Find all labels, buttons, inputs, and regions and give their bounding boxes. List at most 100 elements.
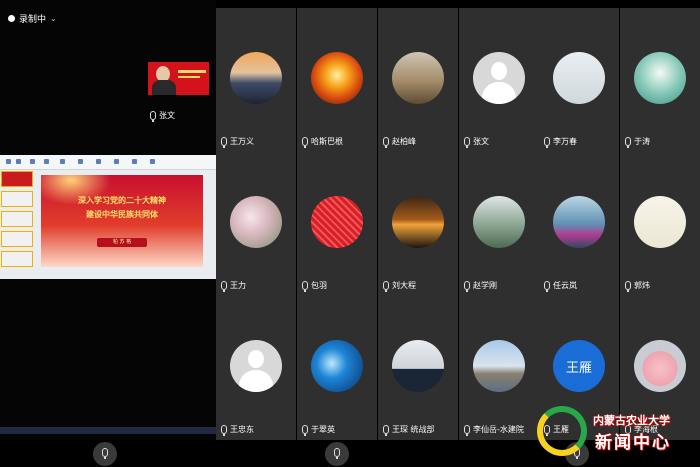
participant-avatar [230,52,282,104]
toolbar-icon [44,159,49,164]
participant-tile[interactable]: 刘大程 [378,152,458,296]
participant-avatar [473,52,525,104]
microphone-icon [221,425,227,436]
person-icon [248,350,264,368]
participant-name: 赵学刚 [473,281,497,290]
participant-name-label: 于涛 [625,136,650,148]
microphone-icon [544,281,550,292]
participant-name-label: 王琛 统战部 [383,424,435,436]
microphone-icon [302,281,308,292]
participant-tile[interactable]: 王忠东 [216,296,296,440]
banner-text-shape [178,76,200,78]
participant-tile[interactable]: 王力 [216,152,296,296]
participant-name: 哈斯巴根 [311,137,343,146]
university-logo [537,406,587,456]
participant-name-label: 王万义 [221,136,254,148]
participant-tile[interactable]: 王琛 统战部 [378,296,458,440]
participant-name-label: 李仙岳-水建院 [464,424,524,436]
slide-thumbnail [1,191,33,207]
participant-name: 王力 [230,281,246,290]
participant-grid: 王万义 哈斯巴根 赵柏峰 张文 李万春 于涛王力 包羽 刘大程 赵学刚 任云岚 郭炜王忠东 于翠英 王琛… [216,0,700,440]
watermark-line1: 内蒙古农业大学 [593,414,670,427]
microphone-icon [383,137,389,148]
presentation-ribbon [0,155,216,170]
participant-avatar [392,52,444,104]
speaker-name-label: 张文 [150,110,175,122]
avatar-initials: 王雁 [565,360,592,376]
participant-name-label: 李万春 [544,136,577,148]
microphone-icon [625,137,631,148]
participant-avatar [634,196,686,248]
participant-tile[interactable]: 任云岚 [539,152,619,296]
participant-tile[interactable]: 于翠英 [297,296,377,440]
microphone-icon [625,281,631,292]
participant-tile[interactable]: 包羽 [297,152,377,296]
slide-title-line2: 建设中华民族共同体 [86,210,158,219]
speaker-video-thumbnail[interactable] [148,62,209,95]
participant-name-label: 包羽 [302,280,327,292]
participant-avatar [553,52,605,104]
mute-button[interactable] [93,442,117,466]
toolbar-icon [96,159,101,164]
slide-thumbnail [1,171,33,187]
shared-screen[interactable]: 深入学习党的二十大精神 建设中华民族共同体 帕 苏 格 [0,155,216,434]
participant-avatar [553,196,605,248]
toolbar-icon [30,159,35,164]
person-icon [491,62,507,80]
participant-avatar [311,196,363,248]
microphone-icon [383,425,389,436]
recording-indicator[interactable]: 录制中 ⌄ [8,12,57,25]
participant-name-label: 赵柏峰 [383,136,416,148]
left-panel: 录制中 ⌄ 张文 深入学习党的二十大精神 建设中华民族共同体 帕 苏 格 [0,0,216,467]
microphone-icon [150,111,156,122]
participant-avatar [473,196,525,248]
participant-name: 李仙岳-水建院 [473,425,524,434]
participant-tile[interactable]: 于涛 [620,8,700,152]
slide-thumbnails [1,171,36,271]
participant-name-label: 张文 [464,136,489,148]
slide-thumbnail [1,251,33,267]
participant-name: 刘大程 [392,281,416,290]
speaker-body [152,80,176,95]
participant-name-label: 郭炜 [625,280,650,292]
person-icon [239,370,273,392]
participant-name-label: 于翠英 [302,424,335,436]
participant-tile[interactable]: 哈斯巴根 [297,8,377,152]
toolbar-icon [6,159,11,164]
participant-tile[interactable]: 赵柏峰 [378,8,458,152]
participant-name: 包羽 [311,281,327,290]
shared-taskbar [0,427,216,434]
participant-avatar [311,52,363,104]
participant-avatar [634,52,686,104]
slide-thumbnail [1,211,33,227]
microphone-icon [334,448,340,459]
participant-tile[interactable]: 郭炜 [620,152,700,296]
participant-tile[interactable]: 王万义 [216,8,296,152]
microphone-icon [464,425,470,436]
microphone-icon [102,448,108,459]
participant-avatar [311,340,363,392]
participant-tile[interactable]: 李万春 [539,8,619,152]
chevron-down-icon[interactable]: ⌄ [50,14,57,23]
microphone-icon [302,425,308,436]
participant-name-label: 任云岚 [544,280,577,292]
participant-name: 于翠英 [311,425,335,434]
participant-name: 李万春 [553,137,577,146]
current-slide: 深入学习党的二十大精神 建设中华民族共同体 帕 苏 格 [41,175,203,267]
participant-name: 王琛 统战部 [392,425,435,434]
slide-title-line1: 深入学习党的二十大精神 [78,196,166,205]
mute-button[interactable] [325,442,349,466]
toolbar-icon [60,159,65,164]
participant-tile[interactable]: 李仙岳-水建院 [459,296,539,440]
participant-name-label: 赵学刚 [464,280,497,292]
participant-tile[interactable]: 赵学刚 [459,152,539,296]
toolbar-icon [78,159,83,164]
university-watermark: 内蒙古农业大学 新闻中心 [537,404,700,464]
toolbar-icon [16,159,21,164]
participant-tile[interactable]: 张文 [459,8,539,152]
participant-avatar: 王雁 [553,340,605,392]
participant-name-label: 王忠东 [221,424,254,436]
microphone-icon [464,281,470,292]
speaker-name: 张文 [159,111,175,120]
participant-avatar [634,340,686,392]
